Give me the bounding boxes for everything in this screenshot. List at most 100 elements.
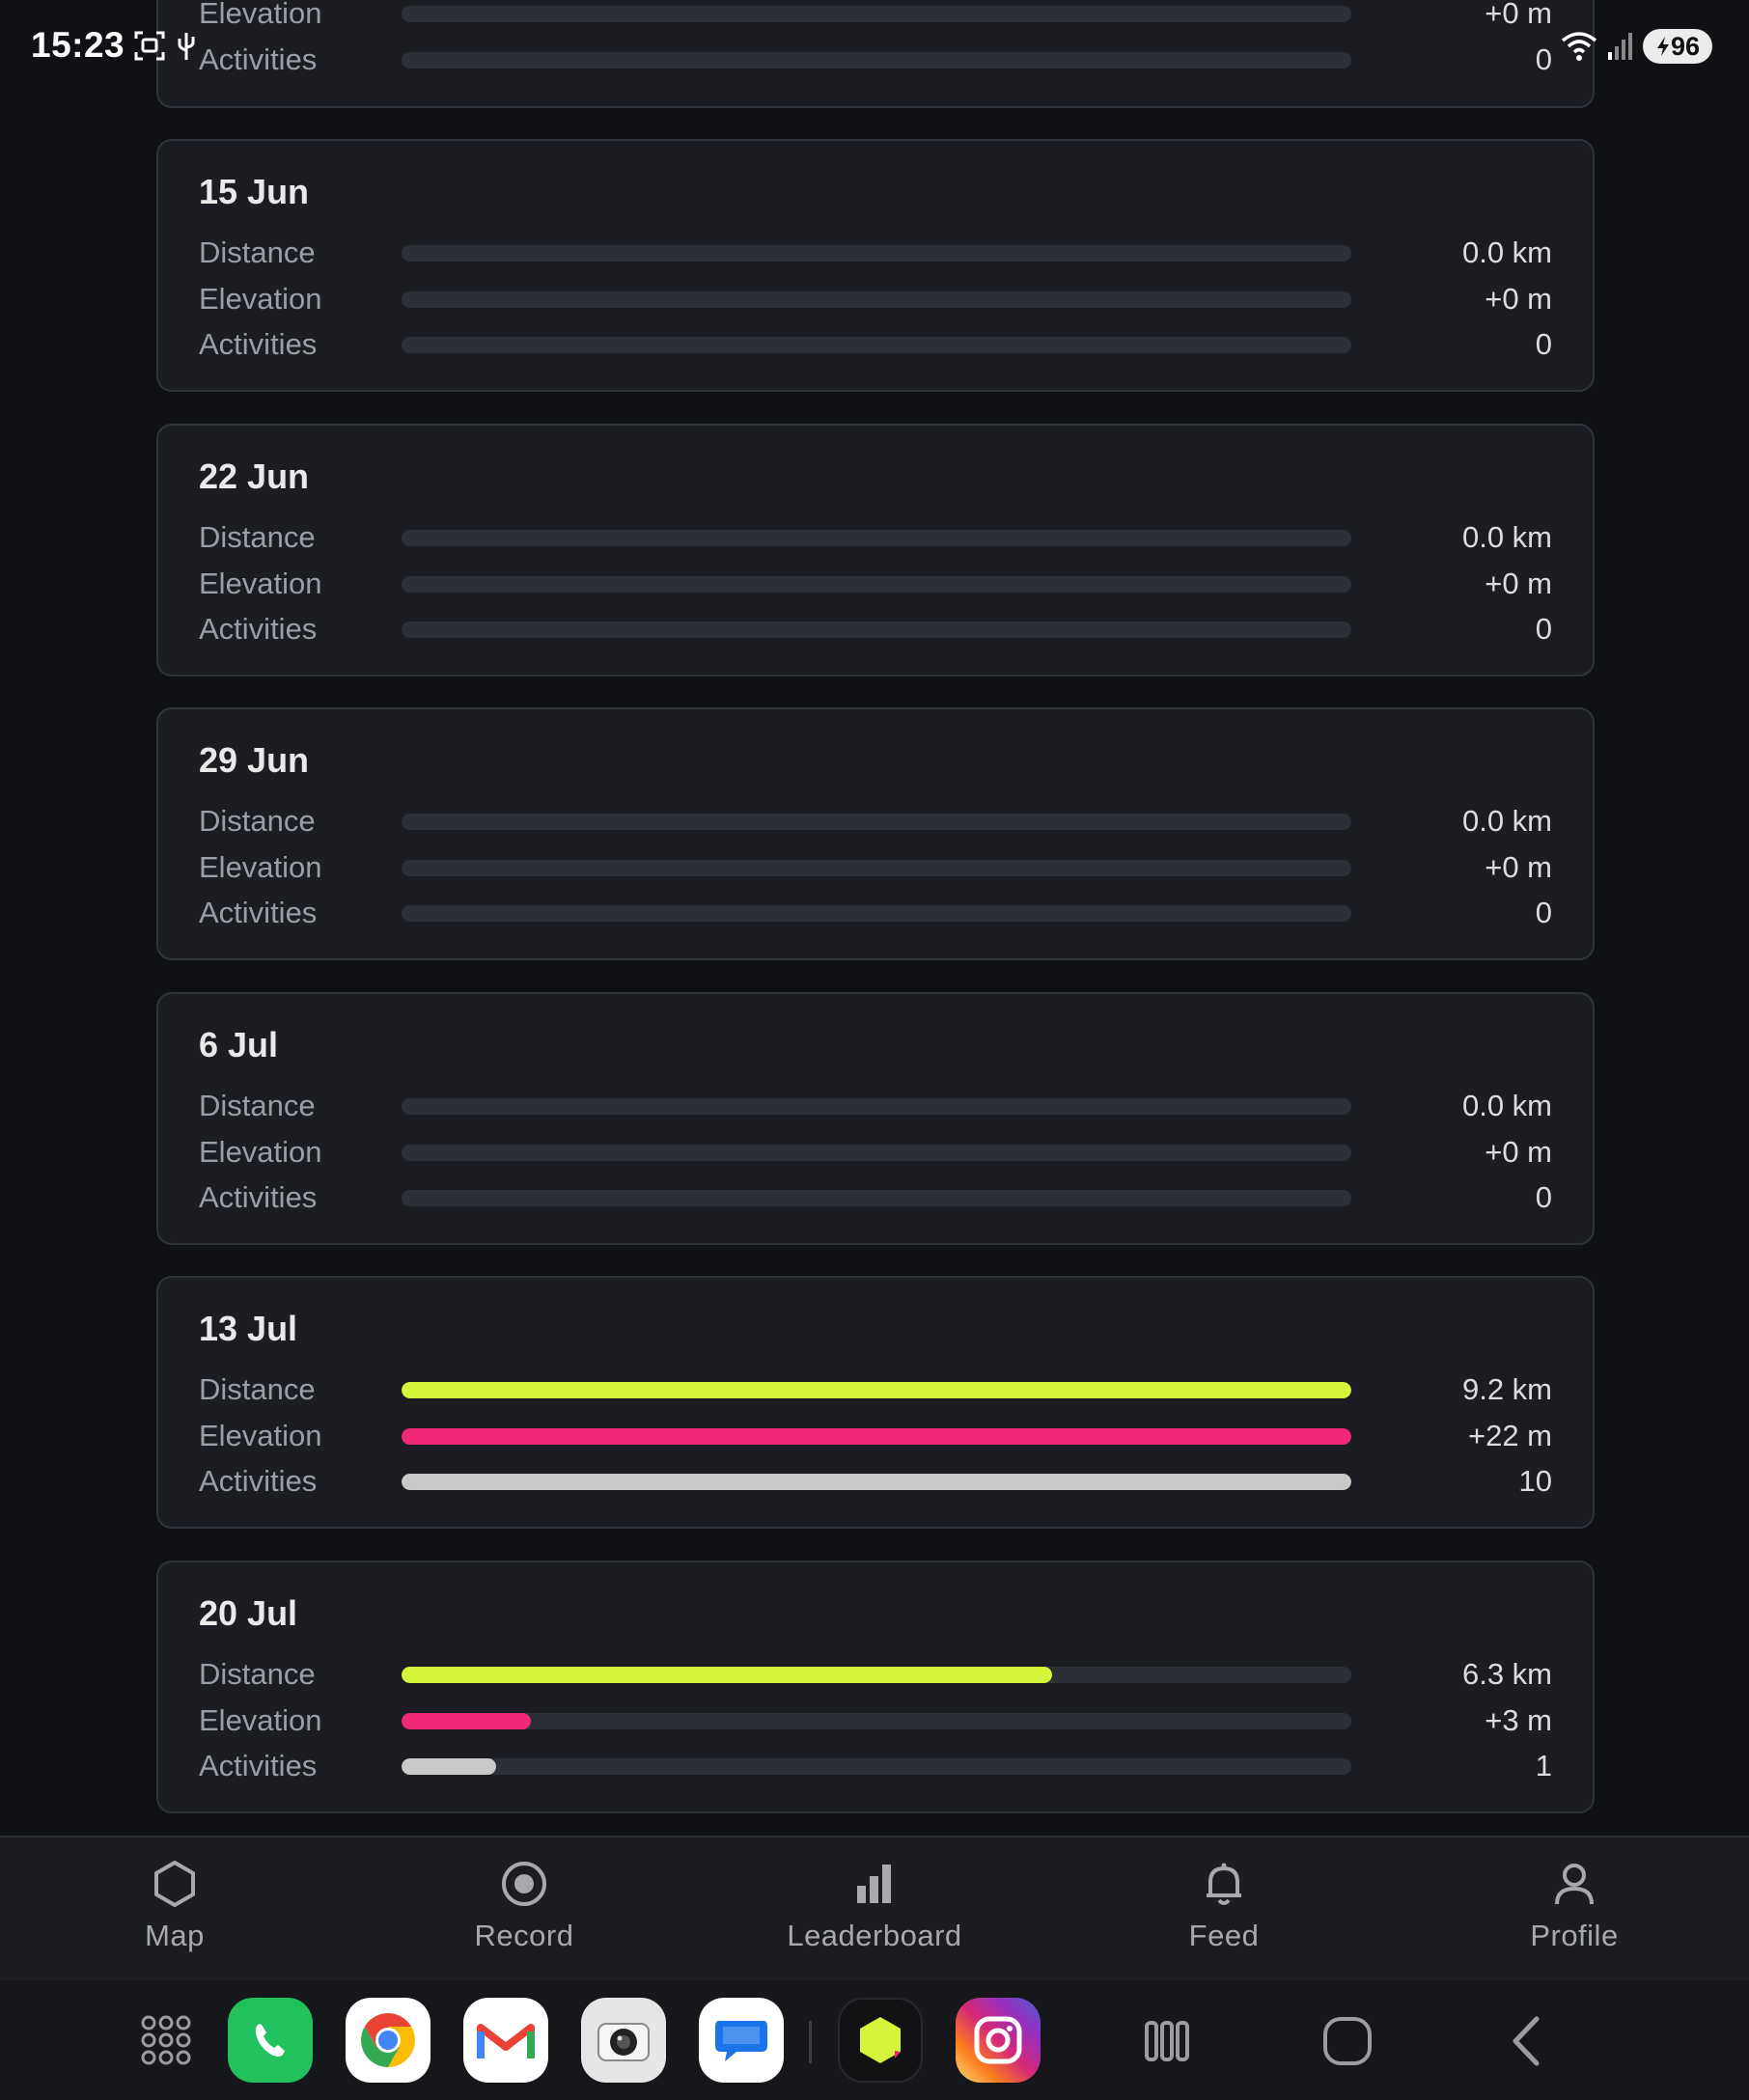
apps-grid-glyph: [141, 2015, 191, 2065]
progress-track: [402, 291, 1351, 308]
progress-track: [402, 814, 1351, 830]
stat-label: Distance: [199, 1372, 316, 1406]
chrome-icon[interactable]: [346, 1998, 430, 2083]
week-date: 29 Jun: [199, 740, 310, 780]
week-card: 29 Jun Distance 0.0 km Elevation +0 m Ac…: [156, 707, 1595, 960]
week-card: 20 Jul Distance 6.3 km Elevation +3 m Ac…: [156, 1561, 1595, 1813]
stat-value: +0 m: [1485, 850, 1552, 884]
nav-label: Feed: [1188, 1919, 1260, 1952]
battery-level: 96: [1670, 31, 1701, 61]
stat-label: Elevation: [199, 1703, 322, 1737]
stat-label: Distance: [199, 235, 316, 269]
stat-label: Elevation: [199, 850, 322, 884]
progress-track: [402, 337, 1351, 353]
camera-glyph: [597, 2023, 650, 2061]
stat-label: Distance: [199, 520, 316, 554]
home-icon[interactable]: [1314, 2007, 1381, 2075]
progress-fill: [402, 1428, 1351, 1445]
stat-value: 0.0 km: [1461, 235, 1552, 269]
gmail-icon[interactable]: [463, 1998, 548, 2083]
week-date: 20 Jul: [199, 1593, 298, 1633]
stat-value: 0: [1535, 896, 1552, 929]
stat-row-activities: Activities 0: [158, 610, 1593, 649]
status-time: 15:23: [31, 25, 125, 65]
stat-row-elevation: Elevation +0 m: [158, 0, 1593, 33]
stat-value: +22 m: [1467, 1419, 1552, 1452]
stat-value: +0 m: [1485, 0, 1552, 30]
stat-row-distance: Distance 9.2 km: [158, 1370, 1593, 1409]
progress-track: [402, 1190, 1351, 1206]
stat-label: Elevation: [199, 282, 322, 316]
nav-profile[interactable]: Profile: [1468, 1859, 1680, 1965]
stat-label: Activities: [199, 1180, 318, 1214]
stat-label: Activities: [199, 42, 318, 76]
progress-track: [402, 1758, 1351, 1775]
instagram-glyph: [974, 2016, 1022, 2064]
progress-track: [402, 1098, 1351, 1115]
signal-icon: [1608, 33, 1632, 60]
stat-value: 0: [1535, 612, 1552, 646]
progress-track: [402, 52, 1351, 69]
progress-track: [402, 530, 1351, 546]
nav-leaderboard[interactable]: Leaderboard: [768, 1859, 981, 1965]
stat-row-activities: Activities 0: [158, 1178, 1593, 1217]
week-date: 6 Jul: [199, 1025, 279, 1064]
stat-value: 0: [1535, 327, 1552, 361]
stat-label: Elevation: [199, 566, 322, 600]
stat-label: Distance: [199, 1657, 316, 1691]
progress-track: [402, 245, 1351, 262]
stat-value: +0 m: [1485, 566, 1552, 600]
stat-value: 6.3 km: [1461, 1657, 1552, 1691]
progress-track: [402, 1428, 1351, 1445]
stat-row-activities: Activities 10: [158, 1462, 1593, 1501]
phone-icon[interactable]: [228, 1998, 313, 2083]
progress-track: [402, 6, 1351, 22]
apps-grid-icon[interactable]: [124, 1998, 208, 2083]
nav-label: Leaderboard: [787, 1919, 962, 1952]
progress-fill: [402, 1474, 1351, 1490]
bottom-nav: Map Record Leaderboard Feed Profile: [0, 1836, 1749, 1980]
stat-value: 10: [1518, 1464, 1552, 1498]
back-icon[interactable]: [1494, 2007, 1562, 2075]
stat-row-elevation: Elevation +0 m: [158, 280, 1593, 318]
nav-feed[interactable]: Feed: [1118, 1859, 1330, 1965]
week-date: 15 Jun: [199, 172, 310, 211]
stat-row-elevation: Elevation +22 m: [158, 1417, 1593, 1455]
progress-fill: [402, 1758, 497, 1775]
user-icon: [1555, 1864, 1594, 1905]
hexagon-icon: [154, 1861, 195, 1907]
record-icon: [502, 1862, 546, 1906]
nav-record[interactable]: Record: [418, 1859, 630, 1965]
messages-icon[interactable]: [699, 1998, 784, 2083]
camera-icon[interactable]: [581, 1998, 666, 2083]
phone-glyph: [255, 2024, 285, 2057]
stat-label: Elevation: [199, 0, 322, 30]
stat-label: Activities: [199, 896, 318, 929]
week-card: 13 Jul Distance 9.2 km Elevation +22 m A…: [156, 1276, 1595, 1529]
stat-row-activities: Activities 0: [158, 41, 1593, 79]
stat-label: Distance: [199, 804, 316, 838]
charging-icon: [1656, 37, 1669, 56]
hexagon-app-icon[interactable]: [838, 1998, 923, 2083]
progress-fill: [402, 1713, 531, 1729]
nav-map[interactable]: Map: [69, 1859, 281, 1965]
instagram-icon[interactable]: [956, 1998, 1041, 2083]
dock-divider: [809, 2021, 812, 2063]
week-date: 13 Jul: [199, 1309, 298, 1348]
stat-row-activities: Activities 1: [158, 1747, 1593, 1785]
progress-track: [402, 1474, 1351, 1490]
bar-chart-icon: [857, 1865, 891, 1903]
stat-value: 0.0 km: [1461, 520, 1552, 554]
week-date: 22 Jun: [199, 456, 310, 496]
progress-track: [402, 1382, 1351, 1398]
progress-track: [402, 1713, 1351, 1729]
progress-track: [402, 622, 1351, 638]
progress-track: [402, 576, 1351, 593]
stat-row-distance: Distance 0.0 km: [158, 234, 1593, 272]
stat-row-elevation: Elevation +0 m: [158, 565, 1593, 603]
recents-icon[interactable]: [1133, 2007, 1201, 2075]
progress-fill: [402, 1667, 1053, 1683]
stat-row-elevation: Elevation +3 m: [158, 1701, 1593, 1740]
progress-track: [402, 1145, 1351, 1161]
stat-value: +0 m: [1485, 1135, 1552, 1169]
